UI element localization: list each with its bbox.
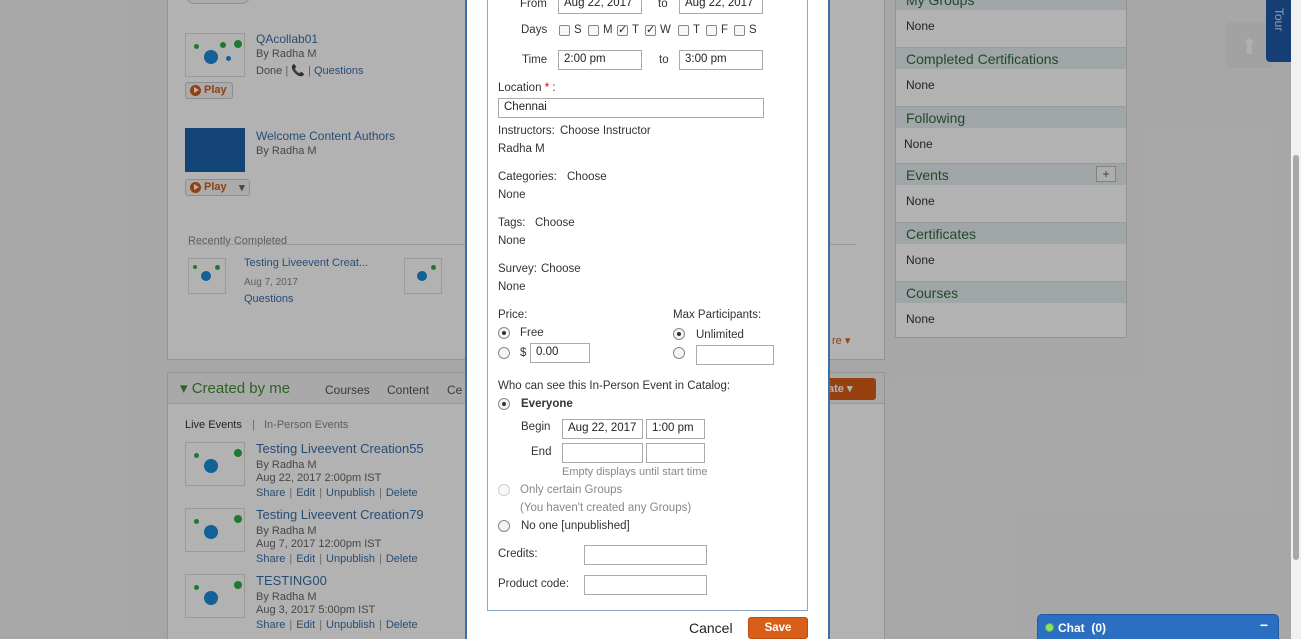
- credits-label: Credits:: [498, 548, 538, 560]
- day-checkbox[interactable]: [617, 23, 628, 36]
- chat-bar[interactable]: Chat (0) −: [1037, 614, 1279, 639]
- minimize-icon[interactable]: −: [1260, 617, 1268, 633]
- scrollbar-thumb[interactable]: [1293, 155, 1299, 560]
- day-checkbox[interactable]: [645, 23, 656, 36]
- begin-date-field[interactable]: Aug 22, 2017: [562, 419, 643, 439]
- day-checkbox[interactable]: [588, 25, 599, 36]
- start-time-field[interactable]: 2:00 pm: [558, 50, 642, 70]
- credits-field[interactable]: [584, 545, 707, 565]
- location-label: Location * :: [498, 82, 556, 94]
- to-date-field[interactable]: Aug 22, 2017: [679, 0, 763, 14]
- choose-instructor-link[interactable]: Choose Instructor: [560, 125, 651, 137]
- tags-value: None: [498, 235, 526, 247]
- online-status-icon: [1045, 623, 1054, 632]
- day-checkbox[interactable]: [559, 25, 570, 36]
- time-to-label: to: [659, 54, 669, 66]
- price-field[interactable]: 0.00: [530, 343, 590, 363]
- save-button[interactable]: Save: [748, 617, 808, 639]
- product-code-label: Product code:: [498, 578, 569, 590]
- instructors-value: Radha M: [498, 143, 545, 155]
- groups-label: Only certain Groups: [520, 484, 623, 496]
- visibility-noone-radio[interactable]: [498, 520, 510, 532]
- end-hint: Empty displays until start time: [562, 466, 708, 478]
- groups-hint: (You haven't created any Groups): [520, 502, 692, 514]
- survey-label: Survey:: [498, 263, 537, 275]
- cancel-button[interactable]: Cancel: [689, 620, 733, 636]
- location-field[interactable]: Chennai: [498, 98, 764, 118]
- price-label: Price:: [498, 309, 528, 321]
- max-unlimited-radio[interactable]: [673, 328, 685, 340]
- noone-label: No one [unpublished]: [521, 520, 630, 532]
- end-time-field[interactable]: 3:00 pm: [679, 50, 763, 70]
- product-code-field[interactable]: [584, 575, 707, 595]
- begin-time-field[interactable]: 1:00 pm: [646, 419, 705, 439]
- categories-value: None: [498, 189, 526, 201]
- max-participants-label: Max Participants:: [673, 309, 762, 321]
- to-label: to: [658, 0, 668, 10]
- end-date-field[interactable]: [562, 443, 643, 463]
- currency-symbol: $: [520, 347, 527, 359]
- day-label: T: [632, 24, 640, 36]
- choose-survey-link[interactable]: Choose: [541, 263, 581, 275]
- categories-label: Categories:: [498, 171, 557, 183]
- survey-value: None: [498, 281, 526, 293]
- instructors-label: Instructors:: [498, 125, 555, 137]
- day-label: S: [749, 24, 757, 36]
- end-time-field[interactable]: [646, 443, 705, 463]
- day-label: T: [693, 24, 701, 36]
- price-free-label: Free: [520, 327, 544, 339]
- day-label: W: [660, 24, 671, 36]
- time-label: Time: [522, 54, 548, 66]
- day-checkbox[interactable]: [706, 25, 717, 36]
- day-checkbox[interactable]: [678, 25, 689, 36]
- everyone-label: Everyone: [521, 398, 573, 410]
- from-date-field[interactable]: Aug 22, 2017: [558, 0, 642, 14]
- chat-label: Chat (0): [1058, 621, 1107, 635]
- tags-label: Tags:: [498, 217, 526, 229]
- day-label: F: [721, 24, 729, 36]
- max-limited-radio[interactable]: [673, 347, 685, 359]
- choose-tags-link[interactable]: Choose: [535, 217, 575, 229]
- max-participants-field[interactable]: [696, 345, 774, 365]
- days-label: Days: [521, 24, 548, 36]
- max-unlimited-label: Unlimited: [696, 329, 744, 341]
- price-free-radio[interactable]: [498, 327, 510, 339]
- day-label: M: [603, 24, 613, 36]
- day-checkbox[interactable]: [734, 25, 745, 36]
- visibility-label: Who can see this In-Person Event in Cata…: [498, 380, 731, 392]
- from-label: From: [520, 0, 547, 10]
- begin-label: Begin: [521, 421, 551, 433]
- price-paid-radio[interactable]: [498, 347, 510, 359]
- end-label: End: [531, 446, 552, 458]
- choose-categories-link[interactable]: Choose: [567, 171, 607, 183]
- visibility-everyone-radio[interactable]: [498, 398, 510, 410]
- day-label: S: [574, 24, 582, 36]
- visibility-groups-radio[interactable]: [498, 484, 510, 496]
